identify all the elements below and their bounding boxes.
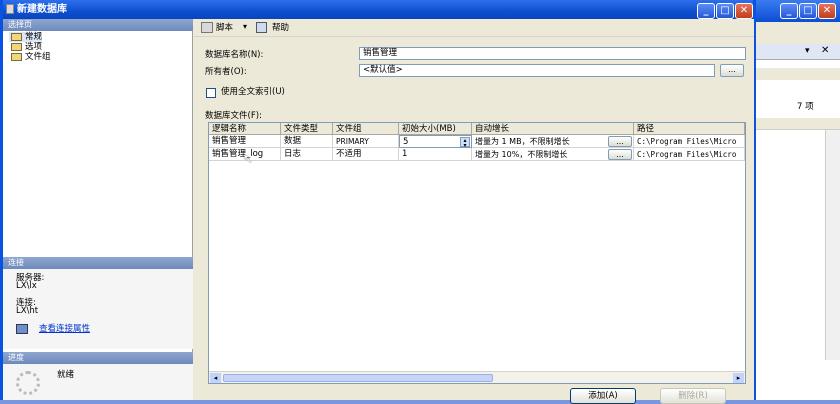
- bg-close-icon[interactable]: ✕: [818, 3, 836, 19]
- script-icon: [201, 22, 213, 33]
- cell-path: C:\Program Files\Micro: [634, 135, 745, 148]
- autogrowth-browse-button[interactable]: ...: [608, 149, 632, 160]
- nav-item-general[interactable]: 常规: [9, 32, 43, 42]
- owner-label: 所有者(O):: [205, 67, 247, 77]
- maximize-icon[interactable]: □: [716, 3, 734, 19]
- minimize-icon[interactable]: _: [697, 3, 715, 19]
- autogrowth-browse-button[interactable]: ...: [608, 136, 632, 147]
- scroll-left-icon[interactable]: ◂: [210, 373, 221, 383]
- server-value: LX\lx: [16, 281, 37, 291]
- page-icon: [11, 33, 22, 41]
- nav-item-label: 选项: [25, 42, 43, 52]
- database-icon: [6, 4, 14, 14]
- cell-file-type: 日志: [281, 148, 333, 161]
- page-icon: [11, 53, 22, 61]
- close-icon[interactable]: ✕: [735, 3, 753, 19]
- col-header-file-type[interactable]: 文件类型: [281, 123, 333, 135]
- cell-initial-size[interactable]: 5 ▴ ▾: [399, 135, 472, 148]
- col-header-initial-size[interactable]: 初始大小(MB): [399, 123, 472, 135]
- nav-item-filegroups[interactable]: 文件组: [9, 52, 51, 62]
- horizontal-scrollbar[interactable]: ◂ ▸: [209, 371, 745, 383]
- col-header-logical-name[interactable]: 逻辑名称: [209, 123, 281, 135]
- cell-filegroup: 不适用: [333, 148, 399, 161]
- select-page-header: 选择页: [3, 19, 193, 31]
- new-database-dialog: 新建数据库 _ □ ✕ 选择页 常规 选项 文件组 连接 服务器: LX\lx …: [0, 0, 756, 404]
- cell-file-type: 数据: [281, 135, 333, 148]
- panel-close-icon[interactable]: ✕: [821, 45, 829, 56]
- cell-path: C:\Program Files\Micro: [634, 148, 745, 161]
- add-button[interactable]: 添加(A): [570, 388, 636, 404]
- spin-button-icon[interactable]: ▴ ▾: [460, 137, 470, 147]
- page-icon: [11, 43, 22, 51]
- left-pane: 选择页 常规 选项 文件组 连接 服务器: LX\lx 连接: LX\ht 查看…: [3, 19, 193, 400]
- fulltext-checkbox[interactable]: [206, 88, 216, 98]
- nav-item-options[interactable]: 选项: [9, 42, 42, 52]
- item-count: 7 项: [797, 102, 814, 112]
- dialog-title: 新建数据库: [17, 4, 67, 15]
- fulltext-label: 使用全文索引(U): [221, 87, 285, 97]
- help-icon: [256, 22, 267, 33]
- db-name-input[interactable]: 销售管理: [359, 47, 746, 60]
- scroll-thumb[interactable]: [223, 374, 493, 382]
- bg-panel-header: ▾ ✕: [755, 44, 840, 60]
- owner-input[interactable]: <默认值>: [359, 64, 715, 77]
- col-header-filegroup[interactable]: 文件组: [333, 123, 399, 135]
- background-window: _ □ ✕ ▾ ✕ 7 项: [755, 0, 840, 400]
- background-titlebar: _ □ ✕: [755, 0, 840, 22]
- cell-logical-name[interactable]: 销售管理: [209, 135, 281, 148]
- cell-filegroup[interactable]: PRIMARY: [333, 135, 399, 148]
- bg-content: 7 项: [755, 60, 840, 400]
- dialog-titlebar: 新建数据库 _ □ ✕: [3, 0, 753, 19]
- nav-item-label: 文件组: [25, 52, 51, 62]
- mouse-cursor-icon: ↖: [243, 152, 254, 166]
- script-button[interactable]: 脚本: [216, 23, 233, 34]
- col-header-path[interactable]: 路径: [634, 123, 745, 135]
- progress-status: 就绪: [57, 370, 75, 380]
- db-files-label: 数据库文件(F):: [205, 111, 262, 121]
- view-connection-properties-link[interactable]: 查看连接属性: [39, 324, 90, 335]
- db-name-label: 数据库名称(N):: [205, 50, 264, 60]
- chevron-down-icon[interactable]: ▾: [243, 22, 247, 31]
- initial-size-value[interactable]: 5: [403, 137, 408, 147]
- bg-maximize-icon[interactable]: □: [799, 3, 817, 19]
- cell-initial-size[interactable]: 1: [399, 148, 472, 161]
- bg-minimize-icon[interactable]: _: [780, 3, 798, 19]
- progress-spinner-icon: [16, 371, 40, 395]
- progress-header: 进度: [3, 352, 193, 364]
- bg-scrollbar[interactable]: [825, 130, 840, 360]
- db-files-grid: 逻辑名称 文件类型 文件组 初始大小(MB) 自动增长 路径 销售管理 数据 P…: [208, 122, 746, 384]
- connection-value: LX\ht: [16, 306, 39, 316]
- scroll-right-icon[interactable]: ▸: [733, 373, 744, 383]
- help-button[interactable]: 帮助: [272, 23, 289, 34]
- owner-browse-button[interactable]: ...: [720, 64, 744, 77]
- nav-item-label: 常规: [25, 32, 43, 42]
- bg-toolbar: [755, 22, 840, 44]
- remove-button[interactable]: 删除(R): [660, 388, 726, 404]
- toolbar: 脚本 ▾ 帮助: [194, 19, 754, 37]
- connection-properties-icon: [16, 324, 28, 334]
- col-header-autogrowth[interactable]: 自动增长: [472, 123, 634, 135]
- dropdown-arrow-icon[interactable]: ▾: [805, 46, 810, 56]
- connection-header: 连接: [3, 257, 193, 269]
